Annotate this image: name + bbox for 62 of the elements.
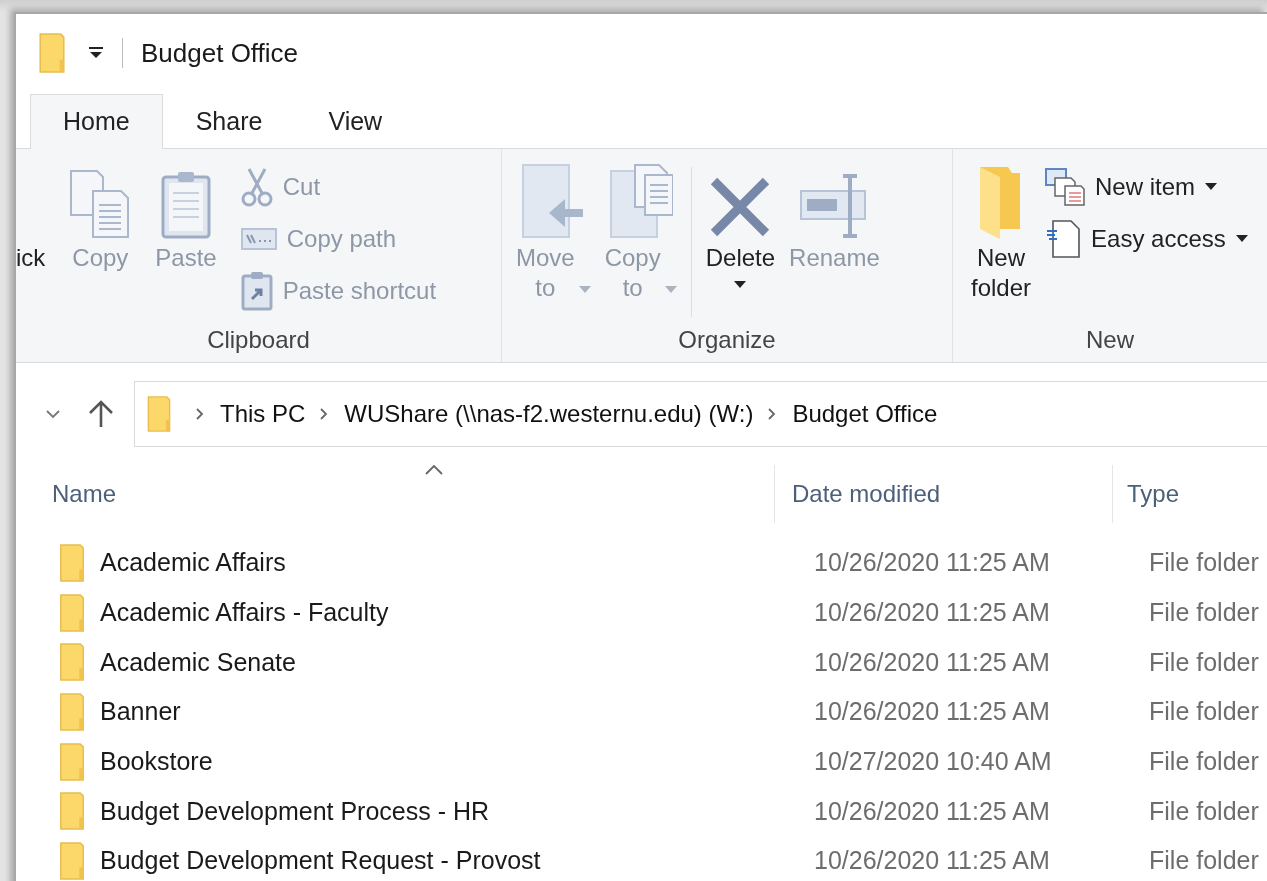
ribbon-tab[interactable]: Home: [30, 94, 163, 149]
window-title: Budget Office: [141, 37, 299, 69]
ribbon-tab[interactable]: Share: [162, 94, 296, 149]
type-cell-text: File folder: [1148, 846, 1260, 876]
folder-icon: [36, 33, 68, 73]
move-icon: [521, 163, 586, 239]
date-cell-text: 10/26/2020 11:25 AM: [814, 697, 1051, 727]
copy-icon: [69, 169, 132, 239]
chevron-right-icon: [195, 407, 204, 421]
file-name[interactable]: Academic Affairs - Faculty: [100, 598, 389, 628]
folder-icon: [145, 396, 173, 432]
column-header[interactable]: Date modified: [792, 480, 941, 508]
type-cell-text: File folder: [1148, 747, 1260, 777]
file-name[interactable]: Academic Senate: [100, 647, 296, 677]
caret-icon: [1235, 235, 1248, 243]
clipboard-icon: [161, 169, 212, 239]
caret-icon: [664, 285, 677, 294]
file-name[interactable]: Budget Development Process - HR: [100, 796, 490, 826]
chevron-down-icon: [46, 409, 60, 419]
type-cell-text: File folder: [1148, 548, 1260, 578]
type-cell-text: File folder: [1148, 796, 1260, 826]
column-header[interactable]: Type: [1127, 480, 1180, 508]
date-cell-text: 10/26/2020 11:25 AM: [814, 598, 1051, 628]
breadcrumb-link[interactable]: Budget Office: [792, 400, 938, 428]
chevron-right-icon: [319, 407, 329, 421]
new-item-icon: [1045, 168, 1086, 206]
caret-icon: [578, 285, 591, 294]
caret-icon: [1205, 183, 1218, 191]
ribbon-button[interactable]: Easy access: [1045, 217, 1248, 261]
breadcrumb-link[interactable]: WUShare (\\nas-f2.westernu.edu) (W:): [344, 400, 754, 428]
path-icon: [240, 227, 277, 251]
date-cell-text: 10/27/2020 10:40 AM: [814, 747, 1053, 777]
file-name[interactable]: Budget Development Request - Provost: [100, 846, 541, 876]
scissors-icon: [240, 167, 273, 207]
type-cell-text: File folder: [1148, 697, 1260, 727]
type-cell-text: File folder: [1148, 598, 1260, 628]
ribbon-button[interactable]: ick: [16, 159, 46, 273]
file-name[interactable]: Banner: [100, 697, 181, 727]
ribbon-button[interactable]: New item: [1045, 165, 1248, 209]
date-cell-text: 10/26/2020 11:25 AM: [814, 846, 1051, 876]
ribbon-button[interactable]: Delete: [705, 159, 776, 289]
group-label: New: [1085, 325, 1135, 355]
date-cell-text: 10/26/2020 11:25 AM: [814, 548, 1051, 578]
file-name[interactable]: Academic Affairs: [100, 548, 286, 578]
shortcut-icon: [240, 271, 273, 311]
group-label: Organize: [677, 325, 777, 355]
type-cell-text: File folder: [1148, 647, 1260, 677]
copy-to-icon: [608, 163, 673, 239]
page-icon: [1045, 219, 1082, 259]
caret-icon: [734, 281, 747, 289]
ribbon-button[interactable]: New folder: [971, 159, 1032, 303]
date-cell-text: 10/26/2020 11:25 AM: [814, 796, 1051, 826]
group-label: Clipboard: [206, 325, 311, 355]
file-name[interactable]: Bookstore: [100, 747, 213, 777]
ribbon-tab[interactable]: View: [295, 94, 416, 149]
up-arrow-icon: [88, 400, 114, 428]
date-cell-text: 10/26/2020 11:25 AM: [814, 647, 1051, 677]
dropdown-icon: [88, 47, 104, 59]
chevron-right-icon: [767, 407, 777, 421]
address-bar[interactable]: This PC WUShare (\\nas-f2.westernu.edu) (W:) Budget Office: [134, 381, 1267, 447]
column-header[interactable]: Name: [52, 480, 117, 508]
breadcrumb-link[interactable]: This PC: [220, 400, 306, 428]
